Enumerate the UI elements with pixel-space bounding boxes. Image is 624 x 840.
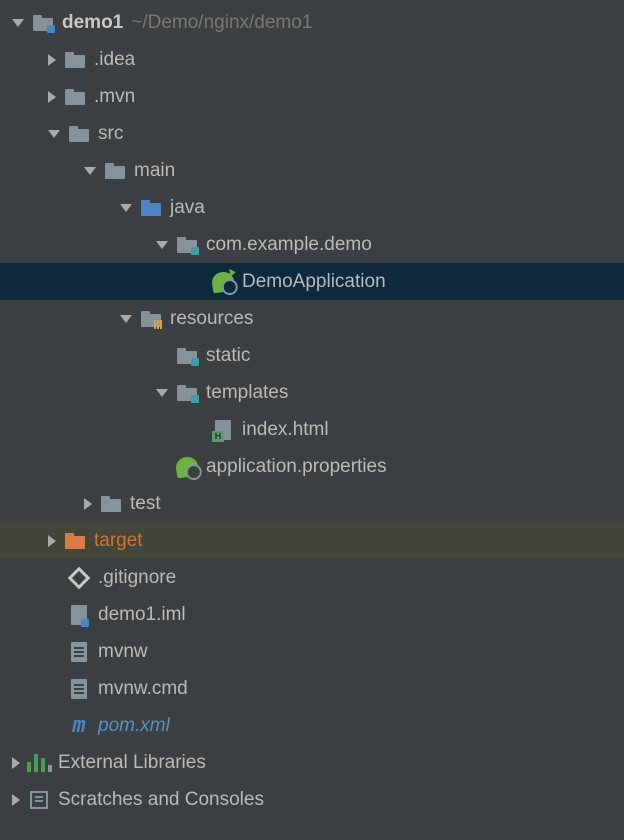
tree-item[interactable]: External Libraries (0, 744, 624, 781)
resources-folder-icon (140, 308, 162, 330)
excluded-folder-icon (64, 530, 86, 552)
tree-item[interactable]: target (0, 522, 624, 559)
tree-item[interactable]: m pom.xml (0, 707, 624, 744)
scratches-icon (28, 789, 50, 811)
chevron-down-icon[interactable] (84, 167, 96, 175)
chevron-right-icon[interactable] (84, 498, 92, 510)
spring-properties-icon (176, 456, 198, 478)
package-icon (176, 234, 198, 256)
package-icon (176, 382, 198, 404)
text-file-icon (68, 641, 90, 663)
tree-item[interactable]: mvnw (0, 633, 624, 670)
folder-icon (64, 49, 86, 71)
tree-item-label: templates (206, 382, 288, 404)
chevron-right-icon[interactable] (12, 757, 20, 769)
chevron-right-icon[interactable] (48, 54, 56, 66)
tree-item[interactable]: Scratches and Consoles (0, 781, 624, 818)
arrow-spacer (192, 424, 204, 436)
tree-item-label: mvnw.cmd (98, 678, 188, 700)
libraries-icon (28, 752, 50, 774)
tree-item-label: static (206, 345, 250, 367)
tree-item-label: .gitignore (98, 567, 176, 589)
tree-item[interactable]: com.example.demo (0, 226, 624, 263)
arrow-spacer (192, 276, 204, 288)
chevron-down-icon[interactable] (120, 315, 132, 323)
tree-item-hint: ~/Demo/nginx/demo1 (131, 12, 312, 34)
tree-item[interactable]: Hindex.html (0, 411, 624, 448)
arrow-spacer (48, 572, 60, 584)
tree-item[interactable]: .gitignore (0, 559, 624, 596)
tree-item-label: target (94, 530, 143, 552)
tree-item[interactable]: DemoApplication (0, 263, 624, 300)
chevron-right-icon[interactable] (48, 535, 56, 547)
arrow-spacer (156, 461, 168, 473)
package-icon (176, 345, 198, 367)
tree-item[interactable]: resources (0, 300, 624, 337)
tree-item[interactable]: .mvn (0, 78, 624, 115)
arrow-spacer (48, 683, 60, 695)
tree-item-label: application.properties (206, 456, 387, 478)
arrow-spacer (48, 646, 60, 658)
module-folder-icon (32, 12, 54, 34)
chevron-down-icon[interactable] (48, 130, 60, 138)
tree-item-label: test (130, 493, 161, 515)
tree-item-label: java (170, 197, 205, 219)
tree-item[interactable]: demo1 ~/Demo/nginx/demo1 (0, 4, 624, 41)
chevron-right-icon[interactable] (12, 794, 20, 806)
tree-item[interactable]: .idea (0, 41, 624, 78)
tree-item[interactable]: mvnw.cmd (0, 670, 624, 707)
chevron-down-icon[interactable] (12, 19, 24, 27)
arrow-spacer (48, 609, 60, 621)
tree-item[interactable]: demo1.iml (0, 596, 624, 633)
tree-item-label: pom.xml (98, 715, 170, 737)
tree-item-label: Scratches and Consoles (58, 789, 264, 811)
tree-item-label: .idea (94, 49, 135, 71)
tree-item-label: index.html (242, 419, 329, 441)
iml-file-icon (68, 604, 90, 626)
tree-item[interactable]: test (0, 485, 624, 522)
arrow-spacer (48, 720, 60, 732)
folder-icon (100, 493, 122, 515)
maven-pom-icon: m (68, 715, 90, 737)
spring-boot-app-icon (212, 271, 234, 293)
chevron-right-icon[interactable] (48, 91, 56, 103)
tree-item-label: src (98, 123, 123, 145)
text-file-icon (68, 678, 90, 700)
tree-item-label: mvnw (98, 641, 148, 663)
tree-item-label: main (134, 160, 175, 182)
chevron-down-icon[interactable] (120, 204, 132, 212)
tree-item[interactable]: application.properties (0, 448, 624, 485)
chevron-down-icon[interactable] (156, 389, 168, 397)
folder-icon (104, 160, 126, 182)
tree-item-label: demo1.iml (98, 604, 186, 626)
tree-item[interactable]: static (0, 337, 624, 374)
chevron-down-icon[interactable] (156, 241, 168, 249)
gitignore-icon (68, 567, 90, 589)
tree-item-label: External Libraries (58, 752, 206, 774)
tree-item[interactable]: templates (0, 374, 624, 411)
project-tree[interactable]: demo1 ~/Demo/nginx/demo1 .idea .mvn srcmain j… (0, 4, 624, 818)
tree-item[interactable]: java (0, 189, 624, 226)
source-folder-icon (140, 197, 162, 219)
tree-item[interactable]: src (0, 115, 624, 152)
tree-item[interactable]: main (0, 152, 624, 189)
tree-item-label: .mvn (94, 86, 135, 108)
tree-item-label: com.example.demo (206, 234, 372, 256)
arrow-spacer (156, 350, 168, 362)
tree-item-label: DemoApplication (242, 271, 386, 293)
tree-item-label: resources (170, 308, 253, 330)
tree-item-label: demo1 (62, 12, 123, 34)
html-file-icon: H (212, 419, 234, 441)
folder-icon (64, 86, 86, 108)
folder-icon (68, 123, 90, 145)
